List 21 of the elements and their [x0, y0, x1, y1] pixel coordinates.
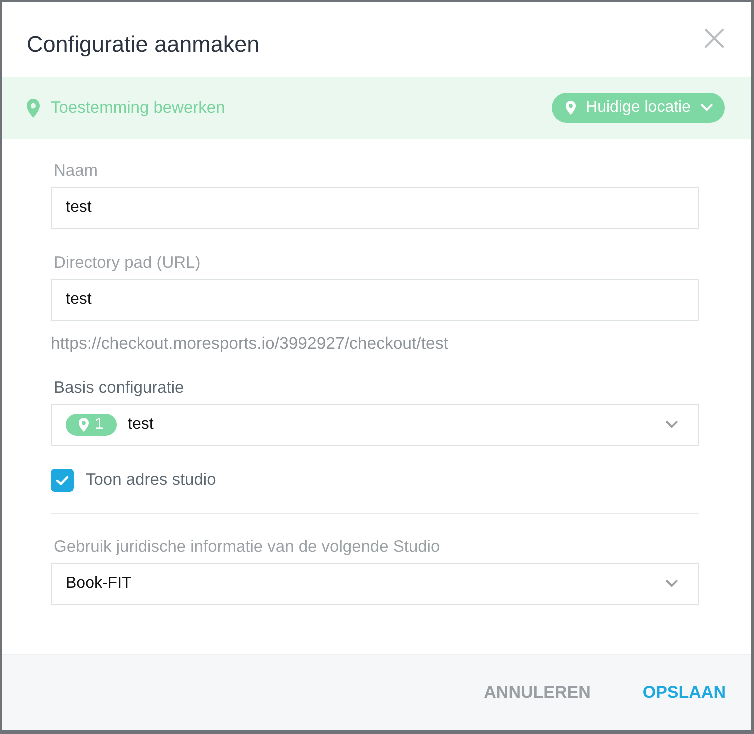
- field-label: Gebruik juridische informatie van de volgende Studio: [54, 537, 440, 557]
- map-pin-icon: [79, 418, 89, 432]
- close-icon[interactable]: [705, 29, 724, 48]
- chevron-down-icon: [666, 421, 678, 429]
- checkbox[interactable]: [51, 469, 74, 492]
- text-input[interactable]: test: [51, 187, 699, 229]
- field-label: Directory pad (URL): [54, 253, 201, 273]
- text-input[interactable]: test: [51, 279, 699, 321]
- config-select[interactable]: 1 test: [51, 404, 699, 446]
- field-label: Naam: [54, 161, 98, 181]
- checkbox-label: Toon adres studio: [86, 471, 216, 490]
- checkmark-icon: [56, 476, 69, 486]
- map-pin-icon: [566, 101, 576, 115]
- field-label: Basis configuratie: [54, 378, 184, 398]
- map-pin-icon: [27, 98, 40, 118]
- chevron-down-icon: [701, 104, 713, 112]
- url-hint: https://checkout.moresports.io/3992927/checkout/test: [51, 334, 448, 354]
- badge-count: 1: [95, 416, 104, 434]
- chevron-down-icon: [666, 580, 678, 588]
- dialog-title: Configuratie aanmaken: [27, 32, 260, 58]
- studio-select[interactable]: Book-FIT: [51, 563, 699, 605]
